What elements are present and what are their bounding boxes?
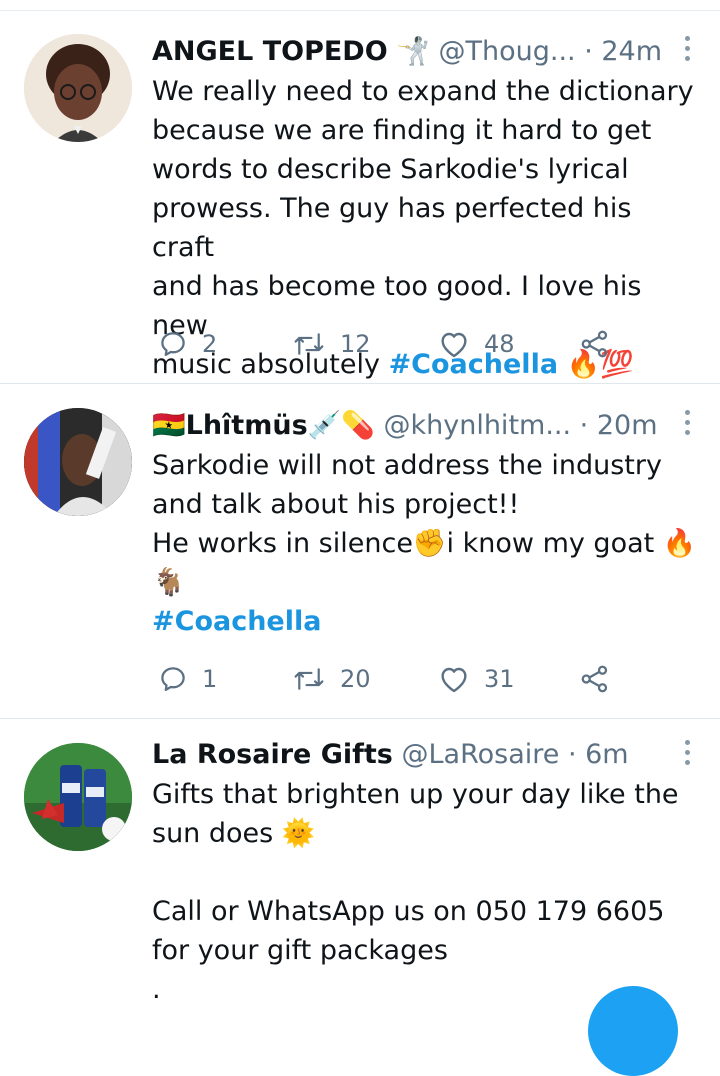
compose-tweet-button[interactable] — [588, 986, 678, 1076]
tweet-divider — [0, 718, 720, 719]
heart-icon — [441, 667, 467, 693]
tweet-header: ANGEL TOPEDO 🤺 @Thoug... · 24m — [152, 32, 662, 72]
more-options-icon[interactable] — [682, 410, 692, 446]
author-handle[interactable]: @Thoug... — [438, 36, 575, 67]
retweet-count: 20 — [340, 665, 371, 693]
tweet-text: Sarkodie will not address the industry a… — [152, 446, 702, 641]
like-count: 48 — [484, 330, 515, 358]
like-count: 31 — [484, 665, 515, 693]
more-options-icon[interactable] — [682, 740, 692, 776]
author-name[interactable]: La Rosaire Gifts — [152, 739, 393, 770]
like-button[interactable]: 31 — [438, 657, 515, 701]
timestamp[interactable]: · 20m — [580, 410, 658, 441]
tweet-header: 🇬🇭Lhîtmüs💉💊 @khynlhitm... · 20m — [152, 406, 660, 446]
text-line: sun does 🌞 — [152, 818, 316, 849]
share-icon — [581, 665, 608, 693]
retweet-icon — [294, 333, 324, 355]
heart-icon — [441, 332, 467, 358]
author-handle[interactable]: @LaRosaire — [401, 739, 559, 770]
text-line — [152, 853, 702, 892]
reply-count: 2 — [202, 330, 218, 358]
text-line: Call or WhatsApp us on 050 179 6605 — [152, 896, 665, 927]
text-line: prowess. The guy has perfected his craft — [152, 193, 632, 263]
retweet-button[interactable]: 20 — [292, 657, 371, 701]
retweet-icon — [294, 668, 324, 690]
hashtag-link[interactable]: #Coachella — [152, 602, 702, 641]
text-line: words to describe Sarkodie's lyrical — [152, 154, 629, 185]
text-line: Sarkodie will not address the industry — [152, 450, 662, 481]
share-button[interactable] — [580, 322, 624, 366]
tweet-actions: 2 12 48 — [152, 322, 632, 366]
text-line: He works in silence✊i know my goat 🔥 — [152, 528, 697, 559]
reply-button[interactable]: 2 — [158, 322, 217, 366]
share-icon — [581, 330, 608, 358]
author-handle[interactable]: @khynlhitm... — [383, 410, 571, 441]
reply-icon — [161, 667, 185, 691]
name-emoji: 🤺 — [396, 36, 430, 67]
flag-emoji: 🇬🇭 — [152, 410, 186, 441]
retweet-count: 12 — [340, 330, 371, 358]
like-button[interactable]: 48 — [438, 322, 515, 366]
more-options-icon[interactable] — [682, 36, 692, 72]
reply-count: 1 — [202, 665, 218, 693]
tweet-header: La Rosaire Gifts @LaRosaire · 6m — [152, 735, 660, 775]
name-emoji: 💉💊 — [307, 410, 375, 441]
author-name[interactable]: Lhîtmüs — [186, 410, 308, 441]
avatar[interactable] — [24, 408, 132, 516]
avatar[interactable] — [24, 743, 132, 851]
text-line: We really need to expand the dictionary — [152, 76, 694, 107]
avatar[interactable] — [24, 34, 132, 142]
timestamp[interactable]: · 6m — [568, 739, 629, 770]
text-line: for your gift packages — [152, 935, 448, 966]
reply-icon — [161, 332, 185, 356]
tweet-text: Gifts that brighten up your day like the… — [152, 775, 702, 1009]
reply-button[interactable]: 1 — [158, 657, 217, 701]
tweet-divider — [0, 383, 720, 384]
text-line: Gifts that brighten up your day like the — [152, 779, 679, 810]
timestamp[interactable]: · 24m — [584, 36, 662, 67]
tweet-actions: 1 20 31 — [152, 657, 632, 701]
author-name[interactable]: ANGEL TOPEDO — [152, 36, 388, 67]
text-line: because we are finding it hard to get — [152, 115, 652, 146]
text-line: and talk about his project!! — [152, 489, 520, 520]
top-divider — [0, 0, 720, 11]
retweet-button[interactable]: 12 — [292, 322, 371, 366]
text-line: 🐐 — [152, 567, 186, 598]
share-button[interactable] — [580, 657, 624, 701]
